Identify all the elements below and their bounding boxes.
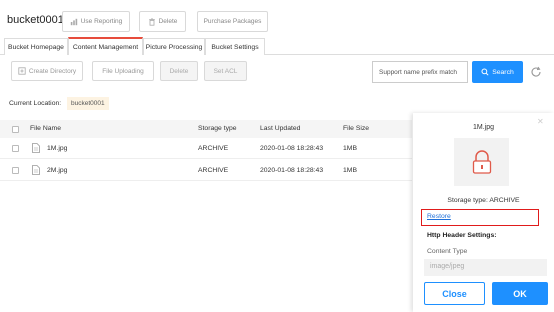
tab-bucket-settings[interactable]: Bucket Settings [205, 38, 265, 55]
file-thumbnail [454, 138, 509, 186]
file-uploading-button[interactable]: File Uploading [92, 61, 154, 81]
tab-label: Bucket Settings [211, 43, 259, 51]
tab-picture-processing[interactable]: Picture Processing [143, 38, 205, 55]
file-size: 1MB [343, 167, 357, 174]
last-updated: 2020-01-08 18:28:43 [260, 167, 324, 174]
tab-label: Picture Processing [145, 43, 203, 51]
folder-add-icon [18, 67, 26, 75]
create-directory-button[interactable]: Create Directory [11, 61, 83, 81]
row-checkbox[interactable] [12, 145, 19, 152]
tab-bucket-homepage[interactable]: Bucket Homepage [4, 38, 68, 55]
column-file-name[interactable]: File Name [30, 125, 61, 132]
location-breadcrumb[interactable]: bucket0001 [67, 97, 109, 110]
delete-label: Delete [169, 67, 189, 75]
file-icon [32, 143, 40, 153]
storage-type: ARCHIVE [198, 145, 229, 152]
search-button[interactable]: Search [472, 61, 523, 83]
chart-icon [70, 18, 77, 25]
select-all-checkbox[interactable] [12, 126, 19, 133]
create-directory-label: Create Directory [28, 67, 77, 75]
file-icon [32, 165, 40, 175]
column-last-updated[interactable]: Last Updated [260, 125, 300, 132]
file-uploading-label: File Uploading [102, 67, 144, 75]
file-size: 1MB [343, 145, 357, 152]
set-acl-button[interactable]: Set ACL [204, 61, 247, 81]
set-acl-label: Set ACL [213, 67, 238, 75]
tab-content-management[interactable]: Content Management [68, 37, 143, 55]
ok-button[interactable]: OK [492, 282, 548, 305]
purchase-packages-button[interactable]: Purchase Packages [197, 11, 268, 32]
delete-bucket-label: Delete [158, 18, 178, 25]
close-icon[interactable]: ✕ [537, 117, 544, 126]
content-type-label: Content Type [427, 248, 468, 255]
bucket-title: bucket0001 [7, 14, 64, 26]
search-input[interactable]: Support name prefix match [372, 61, 468, 83]
http-header-settings-title: Http Header Settings: [427, 232, 497, 239]
restore-link[interactable]: Restore [427, 213, 451, 220]
tab-label: Bucket Homepage [8, 43, 64, 51]
file-name[interactable]: 1M.jpg [47, 145, 67, 152]
last-updated: 2020-01-08 18:28:43 [260, 145, 324, 152]
trash-icon [148, 17, 155, 26]
delete-bucket-button[interactable]: Delete [139, 11, 186, 32]
column-storage-type[interactable]: Storage type [198, 125, 237, 132]
content-type-field[interactable]: image/jpeg [424, 259, 547, 276]
search-icon [481, 68, 489, 76]
refresh-icon[interactable] [530, 66, 542, 78]
purchase-packages-label: Purchase Packages [203, 18, 262, 25]
file-name[interactable]: 2M.jpg [47, 167, 67, 174]
tab-label: Content Management [72, 43, 139, 51]
storage-type-info: Storage type: ARCHIVE [447, 197, 520, 204]
storage-type: ARCHIVE [198, 167, 229, 174]
column-file-size[interactable]: File Size [343, 125, 369, 132]
delete-button[interactable]: Delete [160, 61, 198, 81]
use-reporting-label: Use Reporting [80, 18, 123, 25]
row-checkbox[interactable] [12, 167, 19, 174]
lock-icon [472, 150, 491, 174]
search-button-label: Search [492, 68, 514, 76]
current-location-label: Current Location: [9, 100, 62, 107]
close-button[interactable]: Close [424, 282, 485, 305]
panel-title: 1M.jpg [472, 124, 494, 131]
use-reporting-button[interactable]: Use Reporting [62, 11, 130, 32]
